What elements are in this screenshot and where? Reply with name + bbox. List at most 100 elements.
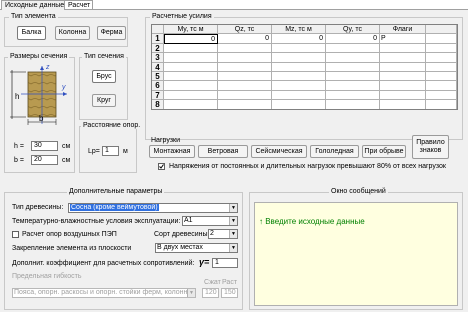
row-number[interactable]: 3 <box>152 53 164 63</box>
seismic-load-button[interactable]: Сейсмическая <box>251 145 307 158</box>
wind-load-button[interactable]: Ветровая <box>198 145 248 158</box>
table-cell[interactable]: 0 <box>218 34 272 44</box>
table-cell[interactable] <box>164 100 218 109</box>
element-type-group: Тип элемента Балка Колонна Ферма <box>4 13 128 47</box>
table-cell[interactable] <box>380 90 426 101</box>
long-term-load-checkbox[interactable] <box>158 163 165 170</box>
row-number[interactable]: 8 <box>152 100 164 109</box>
table-cell[interactable] <box>326 62 380 72</box>
row-number[interactable]: 7 <box>152 90 164 101</box>
table-cell-empty[interactable] <box>426 100 457 109</box>
column-header[interactable]: My, тс м <box>164 25 218 35</box>
loads-title: Нагрузки <box>151 137 180 144</box>
table-cell[interactable] <box>218 43 272 54</box>
table-cell[interactable] <box>326 43 380 54</box>
table-cell-empty[interactable] <box>426 81 457 91</box>
table-cell[interactable] <box>218 81 272 91</box>
table-cell-empty[interactable] <box>426 62 457 72</box>
chevron-down-icon: ▼ <box>229 230 237 238</box>
table-cell[interactable]: 0 <box>164 34 218 44</box>
wood-type-select[interactable]: Сосна (кроме веймутовой) ▼ <box>68 203 238 213</box>
row-number[interactable]: 1 <box>152 34 164 44</box>
element-type-title: Тип элемента <box>9 13 58 20</box>
column-header[interactable]: Флаги <box>380 25 426 35</box>
table-cell-empty[interactable] <box>426 72 457 82</box>
section-sizes-title: Размеры сечения <box>8 53 70 60</box>
column-header[interactable]: Qz, тс <box>218 25 272 35</box>
ice-load-button[interactable]: Гололедная <box>310 145 359 158</box>
chevron-down-icon: ▼ <box>229 204 237 212</box>
table-cell-empty[interactable] <box>426 34 457 44</box>
section-sizes-group: Размеры сечения h b z y h = 30 см b = 20… <box>4 53 75 173</box>
table-cell[interactable] <box>272 90 326 101</box>
table-cell[interactable] <box>272 100 326 109</box>
mounting-load-button[interactable]: Монтажная <box>149 145 195 158</box>
table-cell[interactable] <box>326 100 380 109</box>
table-cell[interactable] <box>218 90 272 101</box>
conditions-value: А1 <box>184 217 193 224</box>
forces-title: Расчетные усилия <box>150 13 214 20</box>
table-cell-empty[interactable] <box>426 43 457 54</box>
table-cell[interactable] <box>272 81 326 91</box>
column-button[interactable]: Колонна <box>55 26 90 40</box>
compression-input[interactable]: 120 <box>202 288 219 298</box>
pte-support-checkbox[interactable] <box>12 231 19 238</box>
table-cell[interactable] <box>326 81 380 91</box>
table-cell[interactable] <box>326 72 380 82</box>
table-cell[interactable] <box>380 100 426 109</box>
table-cell[interactable] <box>380 53 426 63</box>
compression-label: Сжат <box>204 279 221 286</box>
table-cell[interactable] <box>380 62 426 72</box>
tension-input[interactable]: 150 <box>221 288 238 298</box>
beam-button[interactable]: Балка <box>17 26 46 40</box>
table-cell[interactable] <box>164 43 218 54</box>
table-cell[interactable] <box>380 43 426 54</box>
table-cell-empty[interactable] <box>426 53 457 63</box>
flexibility-select[interactable]: Пояса, опорн. раскосы и опорн. стойки фе… <box>12 288 196 298</box>
table-cell[interactable]: 0 <box>272 34 326 44</box>
table-cell[interactable] <box>164 72 218 82</box>
table-cell-empty[interactable] <box>426 90 457 101</box>
table-cell[interactable] <box>218 72 272 82</box>
table-cell[interactable] <box>164 81 218 91</box>
table-cell[interactable] <box>218 62 272 72</box>
row-number[interactable]: 4 <box>152 62 164 72</box>
axis-z-label: z <box>46 64 50 71</box>
truss-button[interactable]: Ферма <box>97 26 126 40</box>
row-number[interactable]: 6 <box>152 81 164 91</box>
grid-corner <box>152 25 164 35</box>
table-cell[interactable]: P <box>380 34 426 44</box>
column-header[interactable]: Qy, тс <box>326 25 380 35</box>
row-number[interactable]: 5 <box>152 72 164 82</box>
table-cell[interactable] <box>272 62 326 72</box>
row-number[interactable]: 2 <box>152 43 164 54</box>
column-header[interactable]: Mz, тс м <box>272 25 326 35</box>
lp-input[interactable]: 1 <box>102 146 119 156</box>
sign-rule-button[interactable]: Правило знаков <box>412 135 449 159</box>
tab-calculation[interactable]: Расчет <box>65 0 93 10</box>
table-cell[interactable] <box>272 43 326 54</box>
table-cell[interactable] <box>164 90 218 101</box>
table-cell[interactable] <box>380 81 426 91</box>
rectangular-section-button[interactable]: Брус <box>92 70 116 83</box>
table-cell[interactable] <box>380 72 426 82</box>
grade-select[interactable]: 2 ▼ <box>208 229 238 239</box>
table-cell[interactable] <box>218 53 272 63</box>
table-cell[interactable] <box>272 72 326 82</box>
table-cell[interactable] <box>164 53 218 63</box>
wood-type-label: Тип древесины: <box>12 204 64 211</box>
b-input[interactable]: 20 <box>31 155 58 165</box>
table-cell[interactable] <box>164 62 218 72</box>
h-input[interactable]: 30 <box>31 141 58 151</box>
fixing-select[interactable]: В двух местах ▼ <box>155 243 238 253</box>
break-load-button[interactable]: При обрыве <box>362 145 406 158</box>
lp-label: Lp= <box>88 148 100 155</box>
coef-input[interactable]: 1 <box>212 258 238 268</box>
table-cell[interactable] <box>218 100 272 109</box>
table-cell[interactable] <box>272 53 326 63</box>
conditions-select[interactable]: А1 ▼ <box>182 216 238 226</box>
table-cell[interactable]: 0 <box>326 34 380 44</box>
table-cell[interactable] <box>326 90 380 101</box>
round-section-button[interactable]: Круг <box>92 94 116 107</box>
table-cell[interactable] <box>326 53 380 63</box>
